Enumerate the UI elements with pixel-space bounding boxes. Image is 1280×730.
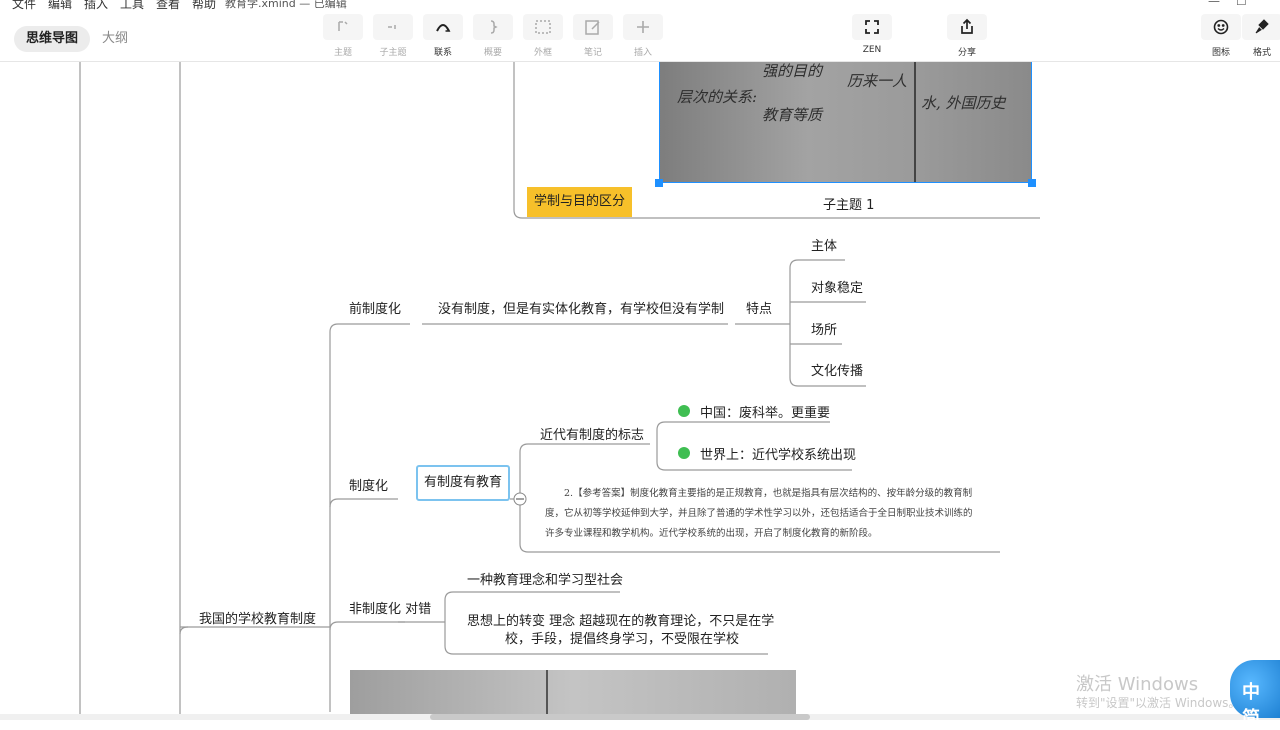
- note-label: 笔记: [583, 48, 602, 58]
- menu-tools[interactable]: 工具: [120, 0, 144, 10]
- topic-feature-item[interactable]: 场所: [811, 319, 837, 338]
- menu-file[interactable]: 文件: [12, 0, 36, 10]
- topic-pre-institution[interactable]: 前制度化: [349, 298, 401, 317]
- summary-label: 概要: [483, 48, 502, 58]
- share-label: 分享: [957, 48, 976, 58]
- topic-xuezhi-label[interactable]: 学制与目的区分: [527, 187, 633, 217]
- green-bullet-icon: [678, 405, 690, 417]
- topic-label: 主题: [333, 48, 352, 58]
- format-panel-button[interactable]: 格式: [1242, 14, 1280, 58]
- answer-line: 度，它从初等学校延伸到大学，并且除了普通的学术性学习以外，还包括适合于全日制职业…: [545, 508, 973, 519]
- topic-feature-item[interactable]: 对象稳定: [811, 277, 863, 296]
- toolbar: 思维导图 大纲 主题 子主题 联系 概要 外框 笔记 插入 ZEN 分享 图标: [0, 10, 1280, 62]
- topic-noninst-thought[interactable]: 校，手段，提倡终身学习，不受限在学校: [505, 628, 739, 647]
- menu-insert[interactable]: 插入: [84, 0, 108, 10]
- window-title: 教育学.xmind — 已编辑: [225, 0, 347, 10]
- share-button[interactable]: 分享: [947, 14, 987, 58]
- activation-watermark: 激活 Windows: [1076, 674, 1199, 695]
- horizontal-scrollbar[interactable]: [0, 714, 1280, 720]
- tab-outline[interactable]: 大纲: [90, 26, 140, 52]
- relation-icon: [436, 24, 451, 32]
- menu-view[interactable]: 查看: [156, 0, 180, 10]
- topic-mark-item[interactable]: 中国：废科举。更重要: [700, 402, 830, 421]
- topic-root-branch[interactable]: 我国的学校教育制度: [199, 608, 316, 627]
- relation-button[interactable]: 联系: [423, 14, 463, 58]
- icon-panel-label: 图标: [1211, 48, 1230, 58]
- topic-subtopic-1[interactable]: 子主题 1: [823, 194, 874, 213]
- share-icon: [961, 18, 973, 34]
- plus-icon: [637, 21, 649, 33]
- menu-help[interactable]: 帮助: [192, 0, 216, 10]
- topic-selected[interactable]: 有制度有教育: [416, 465, 511, 501]
- format-panel-label: 格式: [1252, 48, 1271, 58]
- minimize-icon[interactable]: —: [1208, 0, 1220, 8]
- tab-mindmap[interactable]: 思维导图: [14, 26, 91, 52]
- boundary-icon: [535, 20, 551, 34]
- insert-label: 插入: [633, 48, 652, 58]
- smiley-icon: [1213, 19, 1229, 35]
- brush-icon: [1255, 19, 1269, 34]
- subtopic-button[interactable]: 子主题: [373, 14, 413, 58]
- topic-feature-item[interactable]: 文化传播: [811, 360, 863, 379]
- zen-label: ZEN: [862, 45, 882, 55]
- subtopic-label: 子主题: [379, 48, 407, 58]
- relation-label: 联系: [433, 48, 452, 58]
- resize-handle[interactable]: [1028, 179, 1036, 187]
- note-icon: [585, 20, 600, 35]
- menu-edit[interactable]: 编辑: [48, 0, 72, 10]
- resize-handle[interactable]: [655, 179, 663, 187]
- subtopic-icon: [388, 25, 396, 29]
- answer-line: 许多专业课程和教学机构。近代学校系统的出现，开启了制度化教育的新阶段。: [545, 528, 878, 539]
- green-bullet-icon: [678, 447, 690, 459]
- ime-indicator[interactable]: 中 简: [1230, 660, 1280, 729]
- answer-line: 2.【参考答案】制度化教育主要指的是正规教育，也就是指具有层次结构的、按年龄分级…: [564, 488, 973, 499]
- topic-institution[interactable]: 制度化: [349, 475, 388, 494]
- summary-button[interactable]: 概要: [473, 14, 513, 58]
- topic-feature[interactable]: 特点: [746, 298, 772, 317]
- topic-feature-item[interactable]: 主体: [811, 235, 837, 254]
- topic-icon: [338, 21, 348, 31]
- brace-icon: [490, 20, 498, 34]
- boundary-label: 外框: [533, 48, 552, 58]
- boundary-button[interactable]: 外框: [523, 14, 563, 58]
- topic-noninst-item[interactable]: 一种教育理念和学习型社会: [467, 569, 623, 588]
- handwritten-photo-bottom[interactable]: [350, 670, 796, 720]
- fullscreen-icon: [865, 20, 879, 34]
- topic-button[interactable]: 主题: [323, 14, 363, 58]
- note-button[interactable]: 笔记: [573, 14, 613, 58]
- topic-mark-title[interactable]: 近代有制度的标志: [540, 424, 644, 443]
- topic-pre-desc[interactable]: 没有制度，但是有实体化教育，有学校但没有学制: [438, 298, 724, 317]
- mindmap-canvas[interactable]: 强的目的 历来一人 层次的关系: 教育等质 水, 外国历史 学制与目的区分 子主…: [0, 62, 1280, 720]
- maximize-icon[interactable]: ☐: [1236, 0, 1247, 8]
- topic-mark-item[interactable]: 世界上：近代学校系统出现: [700, 444, 856, 463]
- menu-bar: 文件 编辑 插入 工具 查看 帮助 教育学.xmind — 已编辑 — ☐: [0, 0, 1280, 10]
- image-selection-frame: [659, 62, 1032, 183]
- zen-button[interactable]: ZEN: [852, 14, 892, 55]
- topic-noninst-thought[interactable]: 思想上的转变 理念 超越现在的教育理论，不只是在学: [467, 610, 774, 629]
- activation-watermark-hint: 转到"设置"以激活 Windows。: [1076, 696, 1241, 710]
- insert-button[interactable]: 插入: [623, 14, 663, 58]
- icon-panel-button[interactable]: 图标: [1201, 14, 1241, 58]
- topic-non-institution[interactable]: 非制度化 对错: [349, 598, 431, 617]
